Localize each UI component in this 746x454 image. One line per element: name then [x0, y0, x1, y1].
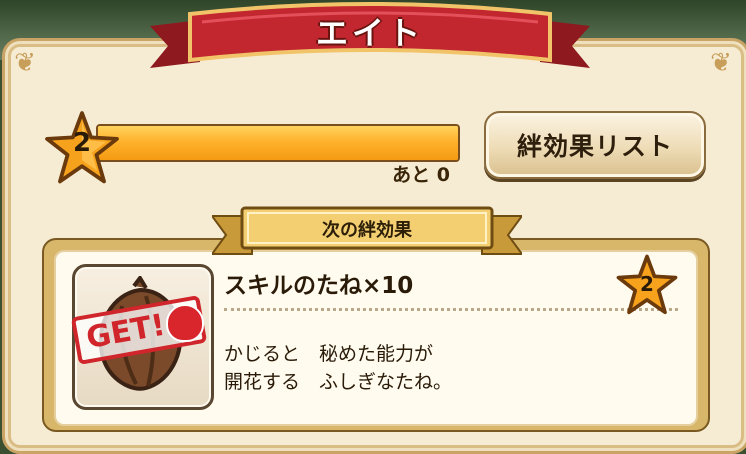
next-bonus-header: 次の絆効果	[322, 220, 412, 241]
title-ribbon: エイト	[150, 0, 590, 80]
bond-progress-bar	[96, 124, 460, 162]
corner-ornament-icon: ❦	[710, 48, 732, 78]
page-title: エイト	[315, 14, 424, 52]
corner-ornament-icon: ❦	[14, 48, 36, 78]
bond-progress-fill	[98, 126, 458, 160]
next-bonus-banner: 次の絆効果	[212, 204, 522, 262]
item-description: かじると 秘めた能力が 開花する ふしぎなたね。	[224, 343, 453, 393]
item-name: スキルのたね×10	[224, 273, 414, 299]
bond-list-button[interactable]: 絆効果リスト	[484, 111, 706, 179]
bond-level: 2	[72, 128, 92, 158]
remaining-label: あと 0	[392, 164, 450, 186]
slime-icon	[166, 304, 204, 342]
divider	[224, 308, 678, 311]
required-bond-level: 2	[640, 272, 654, 296]
